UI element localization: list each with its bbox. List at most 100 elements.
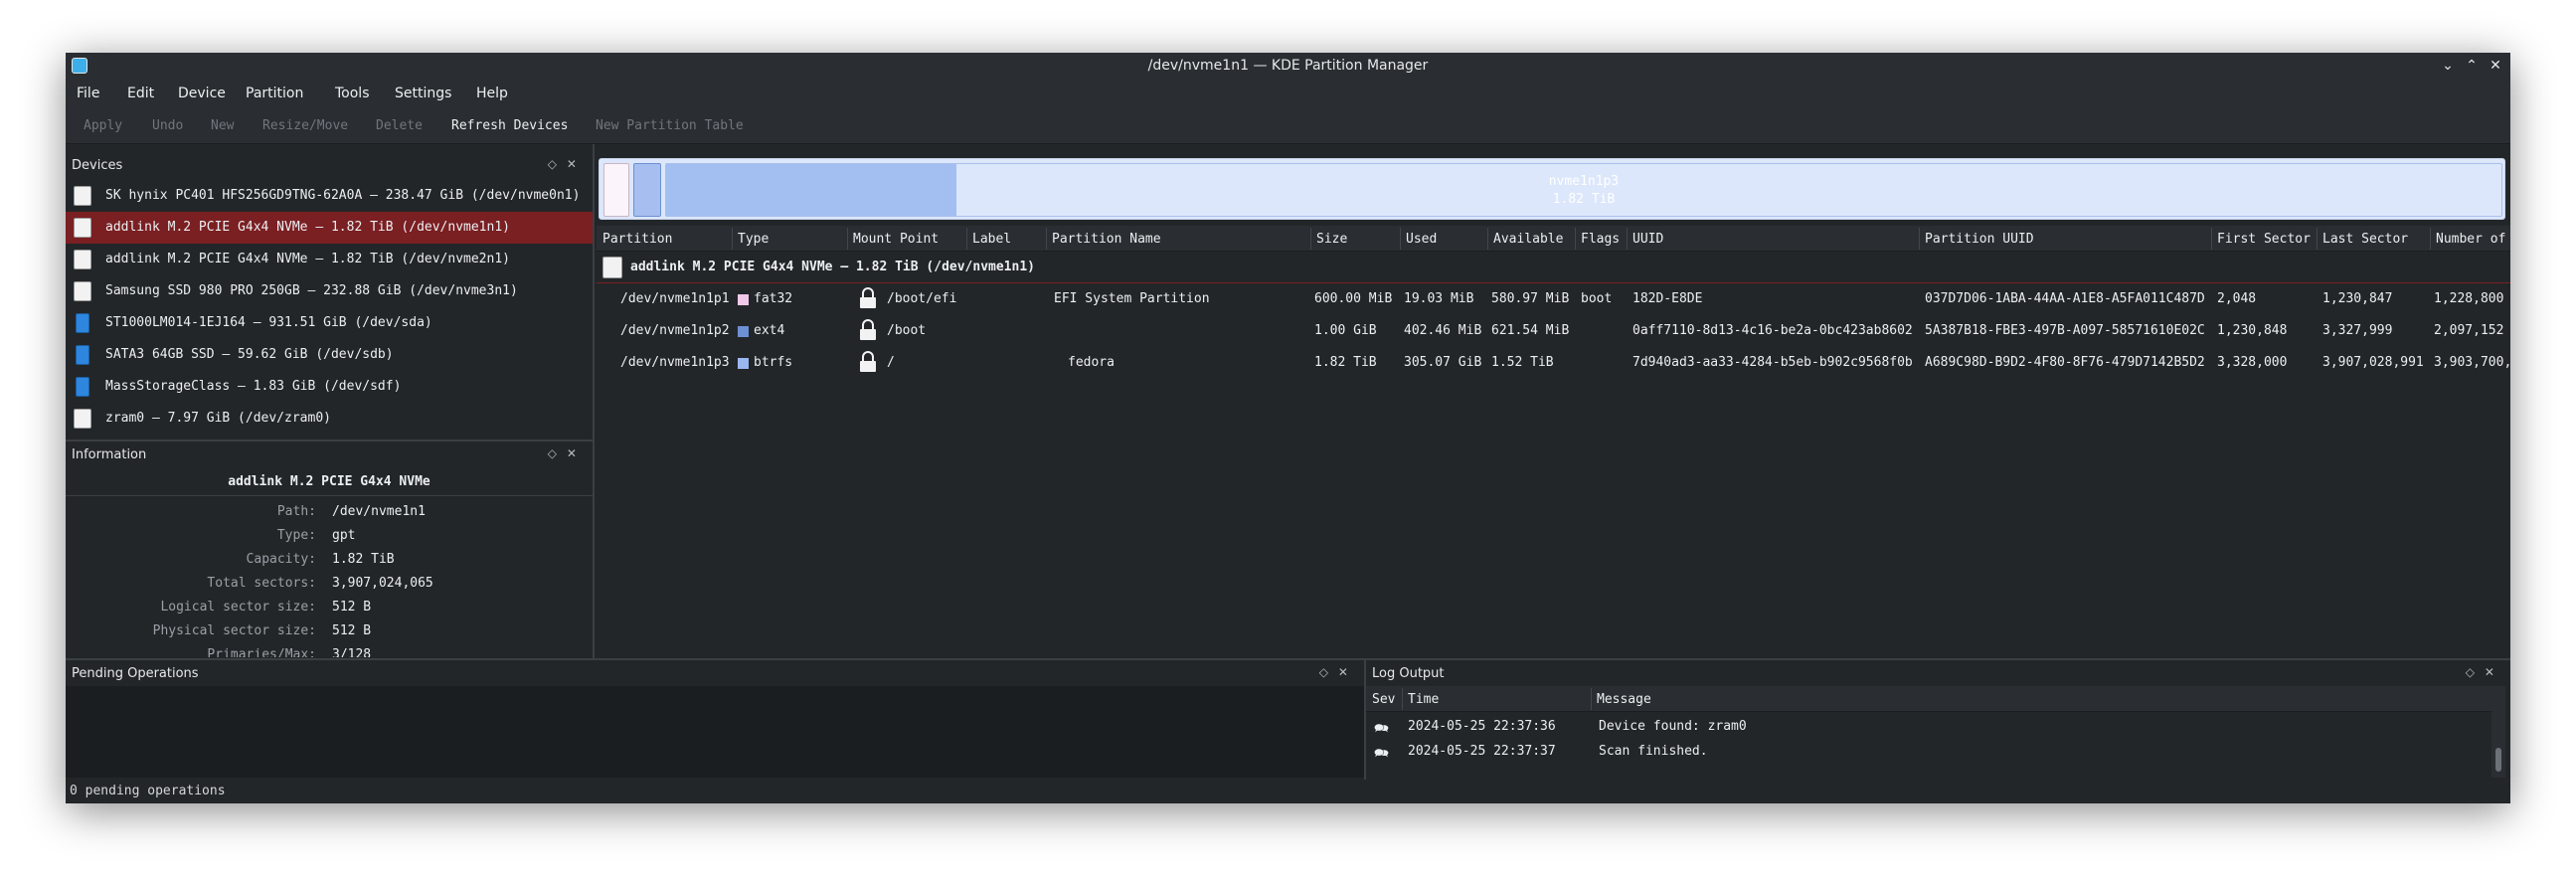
- undo-button[interactable]: Undo: [152, 118, 183, 133]
- log-dock-title: Log Output: [1372, 666, 1445, 681]
- col-uuid[interactable]: UUID: [1632, 232, 1663, 247]
- cell-partition: /dev/nvme1n1p2: [620, 323, 730, 338]
- col-message[interactable]: Message: [1597, 692, 1651, 707]
- log-message: Scan finished.: [1599, 744, 1708, 759]
- col-flags[interactable]: Flags: [1581, 232, 1620, 247]
- fs-color-swatch: [738, 326, 749, 337]
- dock-separator[interactable]: [66, 440, 593, 441]
- device-item-nvme2n1[interactable]: addlink M.2 PCIE G4x4 NVMe – 1.82 TiB (/…: [66, 244, 593, 275]
- menu-bar: File Edit Device Partition Tools Setting…: [66, 80, 2510, 108]
- main-splitter[interactable]: [593, 144, 595, 658]
- cell-size: 600.00 MiB: [1314, 291, 1393, 306]
- bottom-docks-separator[interactable]: [66, 658, 2510, 660]
- info-key: Path:: [276, 504, 316, 519]
- menu-partition[interactable]: Partition: [246, 86, 303, 101]
- col-last-sector[interactable]: Last Sector: [2322, 232, 2408, 247]
- dock-float-close-icons[interactable]: ◇✕: [548, 157, 587, 171]
- partition-table-header: Partition Type Mount Point Label Partiti…: [597, 226, 2510, 252]
- col-partition-uuid[interactable]: Partition UUID: [1925, 232, 2034, 247]
- device-item-sdf[interactable]: MassStorageClass – 1.83 GiB (/dev/sdf): [66, 371, 593, 403]
- partition-segment-p3[interactable]: nvme1n1p3 1.82 TiB: [665, 163, 2502, 217]
- col-available[interactable]: Available: [1493, 232, 1563, 247]
- log-scrollbar-thumb[interactable]: [2495, 748, 2501, 772]
- log-row[interactable]: 🗪 2024-05-25 22:37:36 Device found: zram…: [1366, 715, 2491, 739]
- menu-settings[interactable]: Settings: [395, 86, 451, 101]
- info-key: Physical sector size:: [152, 623, 316, 638]
- col-partition[interactable]: Partition: [602, 232, 672, 247]
- cell-mount-point: /: [887, 355, 895, 370]
- dock-float-close-icons[interactable]: ◇✕: [2466, 665, 2504, 679]
- drive-icon: [74, 218, 91, 238]
- refresh-devices-button[interactable]: Refresh Devices: [451, 118, 568, 133]
- partition-row-p1[interactable]: /dev/nvme1n1p1 fat32 /boot/efi EFI Syste…: [597, 283, 2510, 315]
- dock-float-close-icons[interactable]: ◇✕: [1319, 665, 1358, 679]
- pending-operations-list[interactable]: [66, 686, 1364, 778]
- menu-tools[interactable]: Tools: [335, 86, 370, 101]
- col-mount-point[interactable]: Mount Point: [853, 232, 939, 247]
- partition-segment-p1[interactable]: [603, 163, 629, 217]
- status-bar: 0 pending operations: [66, 780, 2510, 803]
- col-used[interactable]: Used: [1406, 232, 1437, 247]
- col-label[interactable]: Label: [972, 232, 1011, 247]
- main-window: /dev/nvme1n1 — KDE Partition Manager ⌄ ⌃…: [66, 53, 2510, 803]
- cell-mount-point: /boot/efi: [887, 291, 957, 306]
- cell-type: btrfs: [754, 355, 793, 370]
- info-value: 3/128: [332, 647, 372, 657]
- info-key: Capacity:: [246, 552, 316, 567]
- fs-color-swatch: [738, 358, 749, 369]
- info-key: Type:: [276, 528, 316, 543]
- log-row[interactable]: 🗪 2024-05-25 22:37:37 Scan finished.: [1366, 740, 2491, 764]
- menu-help[interactable]: Help: [476, 86, 508, 101]
- menu-device[interactable]: Device: [178, 86, 226, 101]
- device-item-nvme0n1[interactable]: SK hynix PC401 HFS256GD9TNG-62A0A – 238.…: [66, 180, 593, 212]
- col-size[interactable]: Size: [1316, 232, 1347, 247]
- cell-partition-uuid: A689C98D-B9D2-4F80-8F76-479D7142B5D2: [1925, 355, 2205, 370]
- partition-row-p2[interactable]: /dev/nvme1n1p2 ext4 /boot 1.00 GiB 402.4…: [597, 315, 2510, 347]
- cell-partition-name: EFI System Partition: [1054, 291, 1210, 306]
- lock-icon: [860, 351, 876, 372]
- col-partition-name[interactable]: Partition Name: [1052, 232, 1161, 247]
- close-icon[interactable]: ✕: [2486, 56, 2505, 76]
- dock-float-close-icons[interactable]: ◇✕: [548, 446, 587, 460]
- col-sev[interactable]: Sev: [1372, 692, 1395, 707]
- menu-edit[interactable]: Edit: [127, 86, 154, 101]
- log-time: 2024-05-25 22:37:37: [1408, 744, 1556, 759]
- drive-icon: [74, 186, 91, 206]
- cell-label: fedora: [1068, 355, 1115, 370]
- info-value: 512 B: [332, 623, 372, 638]
- partition-row-p3[interactable]: /dev/nvme1n1p3 btrfs / fedora 1.82 TiB 3…: [597, 347, 2510, 379]
- apply-button[interactable]: Apply: [84, 118, 122, 133]
- segment-size: 1.82 TiB: [1552, 192, 1616, 207]
- cell-last-sector: 3,327,999: [2322, 323, 2393, 338]
- col-first-sector[interactable]: First Sector: [2217, 232, 2311, 247]
- device-row[interactable]: addlink M.2 PCIE G4x4 NVMe – 1.82 TiB (/…: [597, 252, 2510, 283]
- log-time: 2024-05-25 22:37:36: [1408, 719, 1556, 734]
- device-item-sdb[interactable]: SATA3 64GB SSD – 59.62 GiB (/dev/sdb): [66, 339, 593, 371]
- info-key: Total sectors:: [207, 576, 316, 591]
- device-item-sda[interactable]: ST1000LM014-1EJ164 – 931.51 GiB (/dev/sd…: [66, 307, 593, 339]
- new-partition-table-button[interactable]: New Partition Table: [596, 118, 744, 133]
- log-scrollbar[interactable]: [2491, 686, 2505, 778]
- cell-last-sector: 1,230,847: [2322, 291, 2393, 306]
- partition-segment-p2[interactable]: [633, 163, 661, 217]
- cell-partition: /dev/nvme1n1p1: [620, 291, 730, 306]
- cell-type: fat32: [754, 291, 793, 306]
- info-icon: 🗪: [1374, 721, 1389, 735]
- new-button[interactable]: New: [211, 118, 234, 133]
- cell-used: 19.03 MiB: [1404, 291, 1474, 306]
- log-table-header: Sev Time Message: [1366, 686, 2491, 712]
- maximize-icon[interactable]: ⌃: [2462, 56, 2482, 76]
- device-item-nvme3n1[interactable]: Samsung SSD 980 PRO 250GB – 232.88 GiB (…: [66, 275, 593, 307]
- col-time[interactable]: Time: [1408, 692, 1439, 707]
- device-item-zram0[interactable]: zram0 – 7.97 GiB (/dev/zram0): [66, 403, 593, 435]
- minimize-icon[interactable]: ⌄: [2438, 56, 2458, 76]
- menu-file[interactable]: File: [77, 86, 99, 101]
- col-type[interactable]: Type: [738, 232, 769, 247]
- partition-graph[interactable]: nvme1n1p3 1.82 TiB: [599, 158, 2505, 220]
- col-number-of-sectors[interactable]: Number of Sectors: [2436, 232, 2510, 247]
- device-item-nvme1n1[interactable]: addlink M.2 PCIE G4x4 NVMe – 1.82 TiB (/…: [66, 212, 593, 244]
- delete-button[interactable]: Delete: [376, 118, 423, 133]
- devices-dock-title: Devices: [72, 158, 123, 173]
- resize-move-button[interactable]: Resize/Move: [262, 118, 348, 133]
- used-space-fill: [666, 164, 956, 216]
